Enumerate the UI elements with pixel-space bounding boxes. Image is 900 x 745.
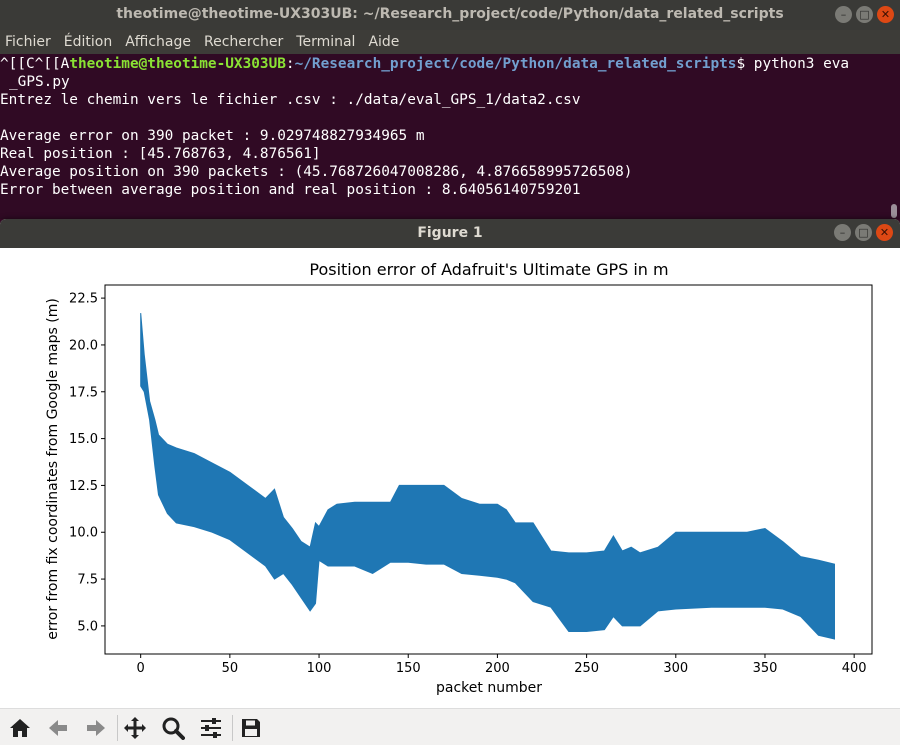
x-tick-label: 100 [307,661,332,676]
minimize-icon[interactable]: – [834,224,851,241]
terminal-line: Average position on 390 packets : (45.76… [0,164,633,180]
terminal-prompt-line: ^[[C^[[Atheotime@theotime-UX303UB:~/Rese… [0,55,849,73]
toolbar-separator [117,715,118,741]
prompt-colon: : [285,56,295,72]
prompt-wrap: _GPS.py [9,74,70,90]
terminal-line: Average error on 390 packet : 9.02974882… [0,128,425,144]
x-tick-label: 50 [222,661,239,676]
y-tick-label: 5.0 [77,619,98,634]
terminal-titlebar[interactable]: theotime@theotime-UX303UB: ~/Research_pr… [0,0,900,30]
x-tick-label: 300 [663,661,688,676]
close-icon[interactable]: ✕ [876,224,893,241]
y-tick-label: 10.0 [69,526,98,541]
terminal-output[interactable]: ^[[C^[[Atheotime@theotime-UX303UB:~/Rese… [0,54,900,219]
y-tick-label: 22.5 [69,292,98,307]
menu-aide[interactable]: Aide [368,34,399,50]
menu-affichage[interactable]: Affichage [125,34,191,50]
menu-terminal[interactable]: Terminal [296,34,355,50]
figure-toolbar [0,708,900,745]
figure-window-controls: – □ ✕ [834,224,893,241]
error-band-series-0 [140,313,835,640]
menu-rechercher[interactable]: Rechercher [204,34,283,50]
prompt-user: theotime@theotime-UX303UB [69,56,286,72]
x-tick-label: 350 [753,661,778,676]
back-icon[interactable] [46,716,70,740]
chart-title: Position error of Adafruit's Ultimate GP… [309,260,668,279]
y-axis-label: error from fix coordinates from Google m… [45,298,61,640]
prompt-command: $ python3 eva [736,56,850,72]
terminal-menubar: Fichier Édition Affichage Rechercher Ter… [0,30,900,54]
menu-fichier[interactable]: Fichier [5,34,51,50]
terminal-line: Error between average position and real … [0,182,581,198]
forward-icon[interactable] [84,716,108,740]
prompt-prefix: ^[[C^[[A [0,56,70,72]
figure-titlebar[interactable]: Figure 1 – □ ✕ [0,219,900,248]
pan-icon[interactable] [123,716,147,740]
toolbar-separator [232,715,233,741]
minimize-icon[interactable]: – [835,6,852,23]
figure-window: Figure 1 – □ ✕ Position error of Adafrui… [0,219,900,745]
maximize-icon[interactable]: □ [855,224,872,241]
configure-icon[interactable] [199,716,223,740]
terminal-window-controls: – □ ✕ [835,6,894,23]
x-tick-label: 250 [574,661,599,676]
plot-area[interactable]: Position error of Adafruit's Ultimate GP… [0,248,900,708]
x-tick-label: 150 [396,661,421,676]
x-axis-label: packet number [436,680,542,696]
save-icon[interactable] [239,716,263,740]
figure-title: Figure 1 [417,225,483,241]
zoom-icon[interactable] [161,716,185,740]
terminal-line: Real position : [45.768763, 4.876561] [0,146,321,162]
prompt-path: ~/Research_project/code/Python/data_rela… [294,56,737,72]
maximize-icon[interactable]: □ [856,6,873,23]
y-tick-label: 7.5 [77,573,98,588]
menu-edition[interactable]: Édition [64,34,112,50]
terminal-scrollbar[interactable] [891,204,897,218]
y-tick-label: 17.5 [69,385,98,400]
x-tick-label: 200 [485,661,510,676]
x-tick-label: 400 [842,661,867,676]
x-tick-label: 0 [137,661,145,676]
home-icon[interactable] [8,716,32,740]
terminal-line: Entrez le chemin vers le fichier .csv : … [0,92,581,108]
close-icon[interactable]: ✕ [877,6,894,23]
y-tick-label: 12.5 [69,479,98,494]
y-tick-label: 15.0 [69,432,98,447]
y-tick-label: 20.0 [69,338,98,353]
chart: Position error of Adafruit's Ultimate GP… [45,260,873,696]
terminal-title: theotime@theotime-UX303UB: ~/Research_pr… [116,6,784,22]
